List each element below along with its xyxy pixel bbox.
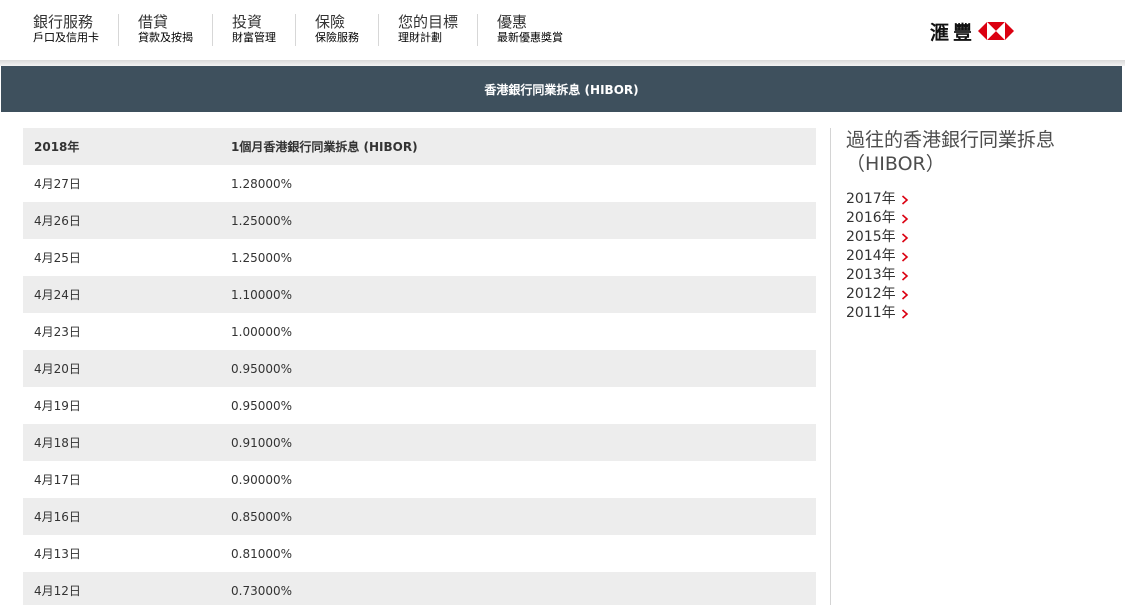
nav-item-your-goals[interactable]: 您的目標 理財計劃 [378,14,477,46]
row-rate-value: 0.91000% [231,435,293,450]
nav-item-title: 保險 [315,13,346,31]
row-date: 4月17日 [34,473,81,487]
nav-item-banking[interactable]: 銀行服務 戶口及信用卡 [14,14,118,46]
table-row: 4月19日 0.95000% [23,387,816,424]
past-hibor-sidebar: 過往的香港銀行同業拆息（HIBOR） 2017年 2016年 2015年 2014年 2… [846,128,1116,323]
nav-item-title: 您的目標 [398,13,459,31]
row-rate-value: 1.00000% [231,324,293,339]
year-link-label: 2012年 [846,286,896,302]
row-date: 4月16日 [34,510,81,524]
chevron-right-icon [901,289,908,300]
sidebar-title: 過往的香港銀行同業拆息（HIBOR） [846,129,1056,175]
row-date: 4月13日 [34,547,81,561]
nav-item-subtitle: 財富管理 [232,31,276,44]
nav-item-offers[interactable]: 優惠 最新優惠獎賞 [477,14,582,46]
column-header-rate: 1個月香港銀行同業拆息 (HIBOR) [231,140,418,154]
year-link-list: 2017年 2016年 2015年 2014年 2013年 2012年 2011年 [846,190,1116,323]
table-row: 4月27日 1.28000% [23,165,816,202]
table-row: 4月26日 1.25000% [23,202,816,239]
row-date: 4月18日 [34,436,81,450]
year-link[interactable]: 2012年 [846,285,1116,304]
row-rate-value: 1.10000% [231,287,293,302]
row-date: 4月19日 [34,399,81,413]
chevron-right-icon [901,270,908,281]
row-date: 4月25日 [34,251,81,265]
main-menu: 銀行服務 戶口及信用卡 借貸 貸款及按揭 投資 財富管理 保險 保險服務 您的目… [14,14,582,46]
table-row: 4月25日 1.25000% [23,239,816,276]
row-rate-value: 0.95000% [231,361,293,376]
nav-item-subtitle: 貸款及按揭 [138,31,193,44]
nav-item-subtitle: 最新優惠獎賞 [497,31,564,44]
year-link-label: 2017年 [846,191,896,207]
year-link-label: 2013年 [846,267,896,283]
nav-item-subtitle: 理財計劃 [398,31,442,44]
row-rate-value: 0.81000% [231,546,293,561]
hibor-rate-table: 2018年 1個月香港銀行同業拆息 (HIBOR) 4月27日 1.28000% 4… [23,128,816,605]
row-date: 4月27日 [34,177,81,191]
year-link-label: 2015年 [846,229,896,245]
row-rate-value: 0.85000% [231,509,293,524]
top-navigation: 銀行服務 戶口及信用卡 借貸 貸款及按揭 投資 財富管理 保險 保險服務 您的目… [0,0,1125,60]
year-link[interactable]: 2016年 [846,209,1116,228]
row-date: 4月23日 [34,325,81,339]
table-row: 4月18日 0.91000% [23,424,816,461]
table-row: 4月24日 1.10000% [23,276,816,313]
page-banner: 香港銀行同業拆息 (HIBOR) [1,66,1122,112]
year-link[interactable]: 2014年 [846,247,1116,266]
nav-item-borrowing[interactable]: 借貸 貸款及按揭 [118,14,212,46]
table-row: 4月20日 0.95000% [23,350,816,387]
chevron-right-icon [901,251,908,262]
hsbc-logo[interactable]: 滙豐 [930,19,1015,44]
table-row: 4月13日 0.81000% [23,535,816,572]
nav-item-title: 銀行服務 [33,13,94,31]
table-row: 4月17日 0.90000% [23,461,816,498]
table-row: 4月12日 0.73000% [23,572,816,605]
row-rate-value: 1.25000% [231,213,293,228]
table-row: 4月23日 1.00000% [23,313,816,350]
hsbc-hexagon-icon [978,22,1015,40]
sidebar-divider [830,128,831,605]
nav-item-investing[interactable]: 投資 財富管理 [212,14,295,46]
year-link-label: 2016年 [846,210,896,226]
chevron-right-icon [901,308,908,319]
year-link[interactable]: 2015年 [846,228,1116,247]
nav-item-title: 優惠 [497,13,528,31]
row-date: 4月12日 [34,584,81,598]
chevron-right-icon [901,232,908,243]
year-link[interactable]: 2013年 [846,266,1116,285]
row-rate-value: 0.90000% [231,472,293,487]
chevron-right-icon [901,213,908,224]
column-header-year: 2018年 [34,140,80,154]
nav-item-title: 借貸 [138,13,169,31]
page-title: 香港銀行同業拆息 (HIBOR) [484,82,639,97]
table-body: 4月27日 1.28000% 4月26日 1.25000% 4月25日 1.25000% 4… [23,165,816,605]
row-date: 4月24日 [34,288,81,302]
nav-item-subtitle: 戶口及信用卡 [33,31,99,44]
year-link-label: 2011年 [846,305,896,321]
year-link[interactable]: 2017年 [846,190,1116,209]
row-rate-value: 0.95000% [231,398,293,413]
table-row: 4月16日 0.85000% [23,498,816,535]
table-header-row: 2018年 1個月香港銀行同業拆息 (HIBOR) [23,128,816,165]
row-date: 4月26日 [34,214,81,228]
row-rate-value: 1.25000% [231,250,293,265]
nav-item-insurance[interactable]: 保險 保險服務 [295,14,378,46]
chevron-right-icon [901,194,908,205]
year-link[interactable]: 2011年 [846,304,1116,323]
nav-item-subtitle: 保險服務 [315,31,359,44]
year-link-label: 2014年 [846,248,896,264]
row-date: 4月20日 [34,362,81,376]
nav-item-title: 投資 [232,13,263,31]
logo-wordmark: 滙豐 [930,21,977,44]
row-rate-value: 1.28000% [231,176,293,191]
row-rate-value: 0.73000% [231,583,293,598]
